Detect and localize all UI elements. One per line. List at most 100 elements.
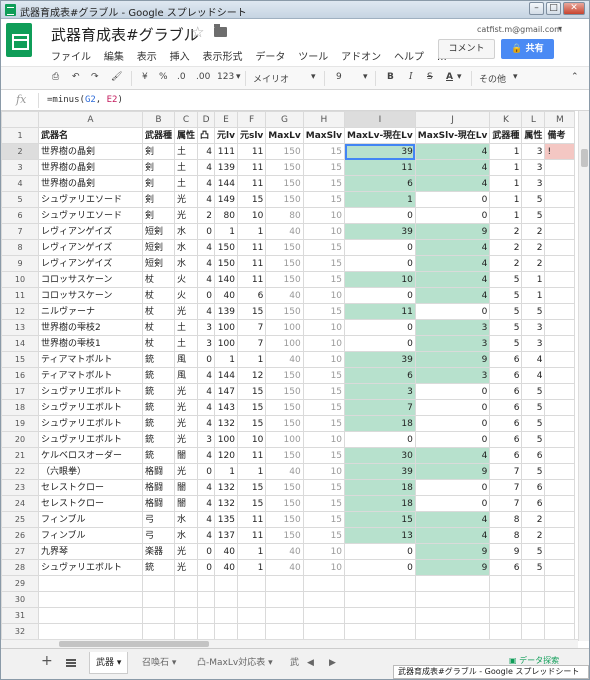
table-cell[interactable]: 0 [344,255,416,272]
table-cell[interactable] [414,575,491,592]
vertical-scrollbar[interactable] [578,111,589,641]
table-cell[interactable]: 九界琴 [38,543,143,560]
table-cell[interactable]: 風 [174,351,199,368]
table-cell[interactable]: 剣 [141,191,176,208]
table-cell[interactable]: 9 [414,223,491,240]
table-cell[interactable]: 39 [344,463,416,480]
table-cell[interactable]: 7 [489,463,523,480]
table-cell[interactable] [544,495,576,512]
table-cell[interactable]: 0 [344,431,416,448]
table-cell[interactable]: 銃 [141,415,176,432]
table-cell[interactable]: 40 [214,559,238,576]
table-cell[interactable]: 5 [521,399,546,416]
table-cell[interactable]: 15 [302,527,346,544]
row-header[interactable]: 22 [1,463,39,480]
row-header[interactable]: 28 [1,559,39,576]
all-sheets-icon[interactable] [66,659,76,667]
header-cell[interactable]: 属性 [521,127,546,144]
table-cell[interactable] [302,575,346,592]
tab-maxlv-table[interactable]: 凸-MaxLv対応表 ▾ [191,652,279,674]
table-cell[interactable]: 4 [197,143,216,160]
table-cell[interactable]: 0 [344,335,416,352]
header-cell[interactable]: 備考 [544,127,576,144]
table-cell[interactable]: シュヴァリエソード [38,191,143,208]
column-header[interactable]: L [521,111,546,128]
table-cell[interactable]: 150 [265,527,304,544]
table-cell[interactable] [521,607,546,624]
table-cell[interactable]: 世界樹の晶剣 [38,175,143,192]
table-cell[interactable]: 0 [197,463,216,480]
table-cell[interactable]: 111 [214,143,238,160]
table-cell[interactable]: 11 [236,143,267,160]
table-cell[interactable]: 6 [521,495,546,512]
table-cell[interactable]: 15 [236,383,267,400]
table-cell[interactable]: 4 [414,511,491,528]
table-cell[interactable]: 6 [489,383,523,400]
table-cell[interactable]: 光 [174,207,199,224]
table-cell[interactable]: レヴィアンゲイズ [38,255,143,272]
horizontal-scroll-thumb[interactable] [59,641,209,647]
table-cell[interactable]: 4 [414,447,491,464]
table-cell[interactable] [265,575,304,592]
table-cell[interactable]: ケルベロスオーダー [38,447,143,464]
table-cell[interactable] [141,623,176,640]
row-header[interactable]: 1 [1,127,39,144]
table-cell[interactable]: 143 [214,399,238,416]
table-cell[interactable]: 4 [414,143,491,160]
table-cell[interactable]: 150 [265,367,304,384]
table-cell[interactable] [544,367,576,384]
table-cell[interactable]: シュヴァリエボルト [38,383,143,400]
table-cell[interactable]: 剣 [141,143,176,160]
table-cell[interactable]: 100 [265,319,304,336]
doc-title[interactable]: 武器育成表#グラブル [51,24,199,45]
table-cell[interactable]: 15 [236,303,267,320]
table-cell[interactable]: 135 [214,511,238,528]
table-cell[interactable]: 4 [197,383,216,400]
table-cell[interactable]: 10 [236,431,267,448]
table-cell[interactable]: 2 [489,223,523,240]
table-cell[interactable]: 1 [236,543,267,560]
table-cell[interactable]: 11 [236,527,267,544]
table-cell[interactable] [544,383,576,400]
table-cell[interactable] [38,607,143,624]
taskbar-preview[interactable]: 武器育成表#グラブル - Google スプレッドシート [393,665,589,679]
table-cell[interactable]: 140 [214,271,238,288]
table-cell[interactable]: 光 [174,383,199,400]
table-cell[interactable]: 40 [265,287,304,304]
table-cell[interactable]: 2 [521,255,546,272]
table-cell[interactable]: 10 [302,559,346,576]
table-cell[interactable]: 150 [265,399,304,416]
table-cell[interactable]: 1 [236,463,267,480]
table-cell[interactable]: 5 [521,431,546,448]
table-cell[interactable]: 150 [265,415,304,432]
table-cell[interactable]: 杖 [141,271,176,288]
table-cell[interactable]: 2 [521,511,546,528]
table-cell[interactable]: 39 [344,351,416,368]
table-cell[interactable]: 0 [197,223,216,240]
table-cell[interactable]: 5 [521,543,546,560]
table-cell[interactable]: 4 [414,239,491,256]
header-cell[interactable]: 武器種 [489,127,523,144]
table-cell[interactable]: 杖 [141,303,176,320]
table-cell[interactable]: 1 [489,175,523,192]
table-cell[interactable]: 10 [302,351,346,368]
table-cell[interactable]: 弓 [141,511,176,528]
table-cell[interactable]: 火 [174,287,199,304]
table-cell[interactable]: 4 [197,367,216,384]
column-header[interactable]: J [414,111,491,128]
table-cell[interactable]: ! [544,143,576,160]
table-cell[interactable]: 6 [489,431,523,448]
menu-format[interactable]: 表示形式 [203,52,243,63]
horizontal-scrollbar[interactable] [1,639,578,648]
table-cell[interactable] [544,271,576,288]
header-cell[interactable]: 元lv [214,127,238,144]
table-cell[interactable]: 水 [174,527,199,544]
table-cell[interactable]: 4 [197,271,216,288]
table-cell[interactable]: 水 [174,239,199,256]
menu-file[interactable]: ファイル [51,52,91,63]
table-cell[interactable]: 40 [265,559,304,576]
table-cell[interactable] [544,191,576,208]
row-header[interactable]: 26 [1,527,39,544]
table-cell[interactable]: 世界樹の晶剣 [38,143,143,160]
table-cell[interactable]: 1 [489,159,523,176]
